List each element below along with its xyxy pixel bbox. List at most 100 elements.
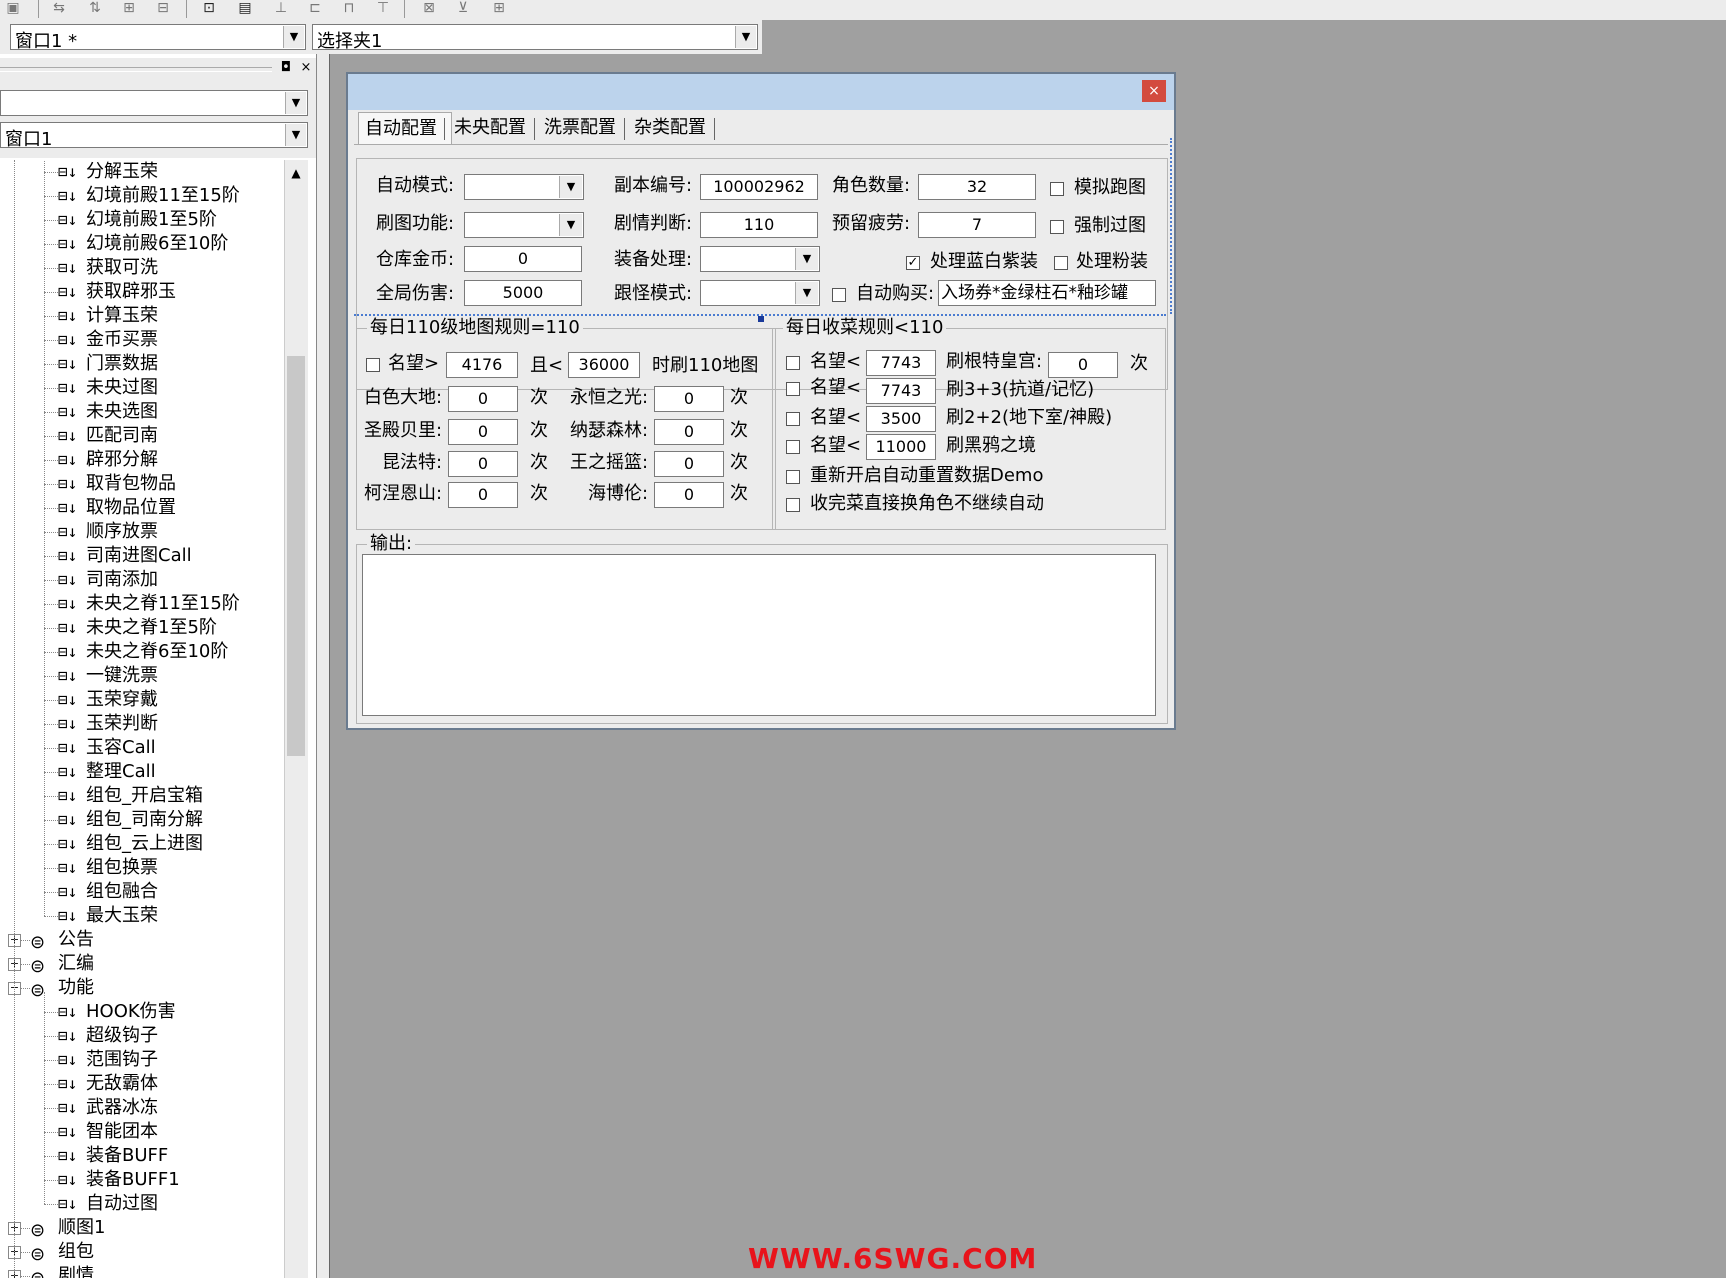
autobuy-input[interactable]: 入场券*金绿柱石*釉珍罐	[938, 280, 1156, 306]
autobuy-checkbox[interactable]	[832, 288, 846, 302]
tree-item[interactable]: ⊟↓ 取物品位置	[58, 496, 176, 520]
tree-folder[interactable]: ⊜ 公告	[30, 928, 94, 953]
daily110-fame-checkbox[interactable]	[366, 358, 380, 372]
tree-item[interactable]: ⊟↓ 超级钩子	[58, 1024, 158, 1048]
harvest-count-input[interactable]: 0	[1048, 352, 1118, 378]
chevron-down-icon[interactable]: ▼	[735, 26, 756, 48]
tree-item[interactable]: ⊟↓ 未央之脊6至10阶	[58, 640, 228, 664]
daily110-row-input[interactable]: 0	[654, 451, 724, 477]
restore-icon[interactable]: ◘	[278, 60, 294, 76]
harvest-fame-input[interactable]: 3500	[866, 406, 936, 432]
daily110-row-input[interactable]: 0	[448, 451, 518, 477]
tree-item[interactable]: ⊟↓ 辟邪分解	[58, 448, 158, 472]
size-icon[interactable]: ⊏	[304, 0, 326, 16]
chevron-down-icon[interactable]: ▼	[285, 92, 306, 114]
scroll-up-icon[interactable]: ▲	[287, 164, 305, 182]
tree-item[interactable]: ⊟↓ 分解玉荣	[58, 160, 158, 184]
tree-item[interactable]: ⊟↓ 装备BUFF1	[58, 1168, 180, 1192]
scroll-thumb[interactable]	[287, 356, 305, 756]
tree-item[interactable]: ⊟↓ 未央之脊11至15阶	[58, 592, 240, 616]
tree-item[interactable]: ⊟↓ 整理Call	[58, 760, 156, 784]
tree-folder[interactable]: ⊜ 顺图1	[30, 1216, 105, 1241]
tree-item[interactable]: ⊟↓ 组包换票	[58, 856, 158, 880]
tree-item[interactable]: ⊟↓ 智能团本	[58, 1120, 158, 1144]
tree-item[interactable]: ⊟↓ 无敌霸体	[58, 1072, 158, 1096]
dialog-titlebar[interactable]: ×	[348, 74, 1174, 110]
tree-item[interactable]: ⊟↓ 玉荣穿戴	[58, 688, 158, 712]
tree-item[interactable]: ⊟↓ 未央之脊1至5阶	[58, 616, 217, 640]
sim-run-checkbox[interactable]	[1050, 182, 1064, 196]
gold-input[interactable]: 0	[464, 246, 582, 272]
tab-weiyang-config[interactable]: 未央配置	[448, 112, 532, 144]
bring-front-icon[interactable]: ⊻	[452, 0, 474, 16]
role-count-input[interactable]: 32	[918, 174, 1036, 200]
tree-item[interactable]: ⊟↓ 幻境前殿1至5阶	[58, 208, 217, 232]
tab-misc-config[interactable]: 杂类配置	[628, 112, 712, 144]
tree-item[interactable]: ⊟↓ 装备BUFF	[58, 1144, 168, 1168]
form-icon[interactable]: ▤	[234, 0, 256, 16]
daily110-row-input[interactable]: 0	[448, 482, 518, 508]
tree-item[interactable]: ⊟↓ 组包_开启宝箱	[58, 784, 203, 808]
tree-item[interactable]: ⊟↓ 一键洗票	[58, 664, 158, 688]
tree-item[interactable]: ⊟↓ 匹配司南	[58, 424, 158, 448]
tree-item[interactable]: ⊟↓ 获取辟邪玉	[58, 280, 176, 304]
panel-combo-1[interactable]: ▼	[0, 90, 308, 116]
tree-item[interactable]: ⊟↓ 顺序放票	[58, 520, 158, 544]
daily110-row-input[interactable]: 0	[654, 482, 724, 508]
blue-checkbox[interactable]: ✓	[906, 256, 920, 270]
width-icon[interactable]: ⊓	[338, 0, 360, 16]
window-icon[interactable]: ▣	[2, 0, 24, 16]
tree-item[interactable]: ⊟↓ 未央选图	[58, 400, 158, 424]
layout-icon[interactable]: ⇆	[48, 0, 70, 16]
chevron-down-icon[interactable]: ▼	[285, 124, 306, 146]
tree-item[interactable]: ⊟↓ 幻境前殿6至10阶	[58, 232, 228, 256]
tree-item[interactable]: ⊟↓ 组包_司南分解	[58, 808, 203, 832]
send-back-icon[interactable]: ⊞	[488, 0, 510, 16]
harvest-fame-input[interactable]: 11000	[866, 434, 936, 460]
harvest-checkbox[interactable]	[786, 382, 800, 396]
map-func-combo[interactable]: ▼	[464, 212, 584, 238]
story-input[interactable]: 110	[700, 212, 818, 238]
tree-folder[interactable]: ⊜ 汇编	[30, 952, 94, 977]
tree-item[interactable]: ⊟↓ 门票数据	[58, 352, 158, 376]
harvest-checkbox[interactable]	[786, 440, 800, 454]
auto-mode-combo[interactable]: ▼	[464, 174, 584, 200]
tree-item[interactable]: ⊟↓ 取背包物品	[58, 472, 176, 496]
output-textarea[interactable]	[362, 554, 1156, 716]
daily110-row-input[interactable]: 0	[448, 419, 518, 445]
tree-scrollbar[interactable]: ▲	[284, 160, 308, 1278]
align-icon[interactable]: ⇅	[84, 0, 106, 16]
tree-item[interactable]: ⊟↓ 武器冰冻	[58, 1096, 158, 1120]
daily110-row-input[interactable]: 0	[654, 419, 724, 445]
pane-splitter[interactable]	[316, 54, 330, 1278]
daily110-row-input[interactable]: 0	[448, 386, 518, 412]
window-combo[interactable]: 窗口1 * ▼	[10, 24, 306, 52]
tree-item[interactable]: ⊟↓ 自动过图	[58, 1192, 158, 1216]
close-icon[interactable]: ×	[298, 60, 314, 76]
dungeon-id-input[interactable]: 100002962	[700, 174, 818, 200]
tree-item[interactable]: ⊟↓ 金币买票	[58, 328, 158, 352]
tree-item[interactable]: ⊟↓ 最大玉荣	[58, 904, 158, 928]
damage-input[interactable]: 5000	[464, 280, 582, 306]
tree-item[interactable]: ⊟↓ 司南进图Call	[58, 544, 192, 568]
harvest-fame-input[interactable]: 7743	[866, 350, 936, 376]
grid-icon[interactable]: ⊟	[152, 0, 174, 16]
center-icon[interactable]: ⊥	[270, 0, 292, 16]
harvest-fame-input[interactable]: 7743	[866, 378, 936, 404]
harvest-checkbox[interactable]	[786, 356, 800, 370]
chevron-down-icon[interactable]: ▼	[283, 26, 304, 48]
tab-auto-config[interactable]: 自动配置	[358, 112, 452, 145]
tree-item[interactable]: ⊟↓ 范围钩子	[58, 1048, 158, 1072]
tree-folder[interactable]: ⊜ 组包	[30, 1240, 94, 1265]
tree-item[interactable]: ⊟↓ 未央过图	[58, 376, 158, 400]
chevron-down-icon[interactable]: ▼	[795, 248, 818, 270]
daily110-fame-input[interactable]: 4176	[446, 352, 518, 378]
tab-ticket-config[interactable]: 洗票配置	[538, 112, 622, 144]
pink-checkbox[interactable]	[1054, 256, 1068, 270]
chevron-down-icon[interactable]: ▼	[559, 176, 582, 198]
close-button[interactable]: ×	[1142, 80, 1166, 102]
tree-item[interactable]: ⊟↓ 玉容Call	[58, 736, 156, 760]
resize-handle[interactable]	[758, 316, 764, 322]
tree-item[interactable]: ⊟↓ HOOK伤害	[58, 1000, 176, 1024]
harvest-checkbox[interactable]	[786, 412, 800, 426]
